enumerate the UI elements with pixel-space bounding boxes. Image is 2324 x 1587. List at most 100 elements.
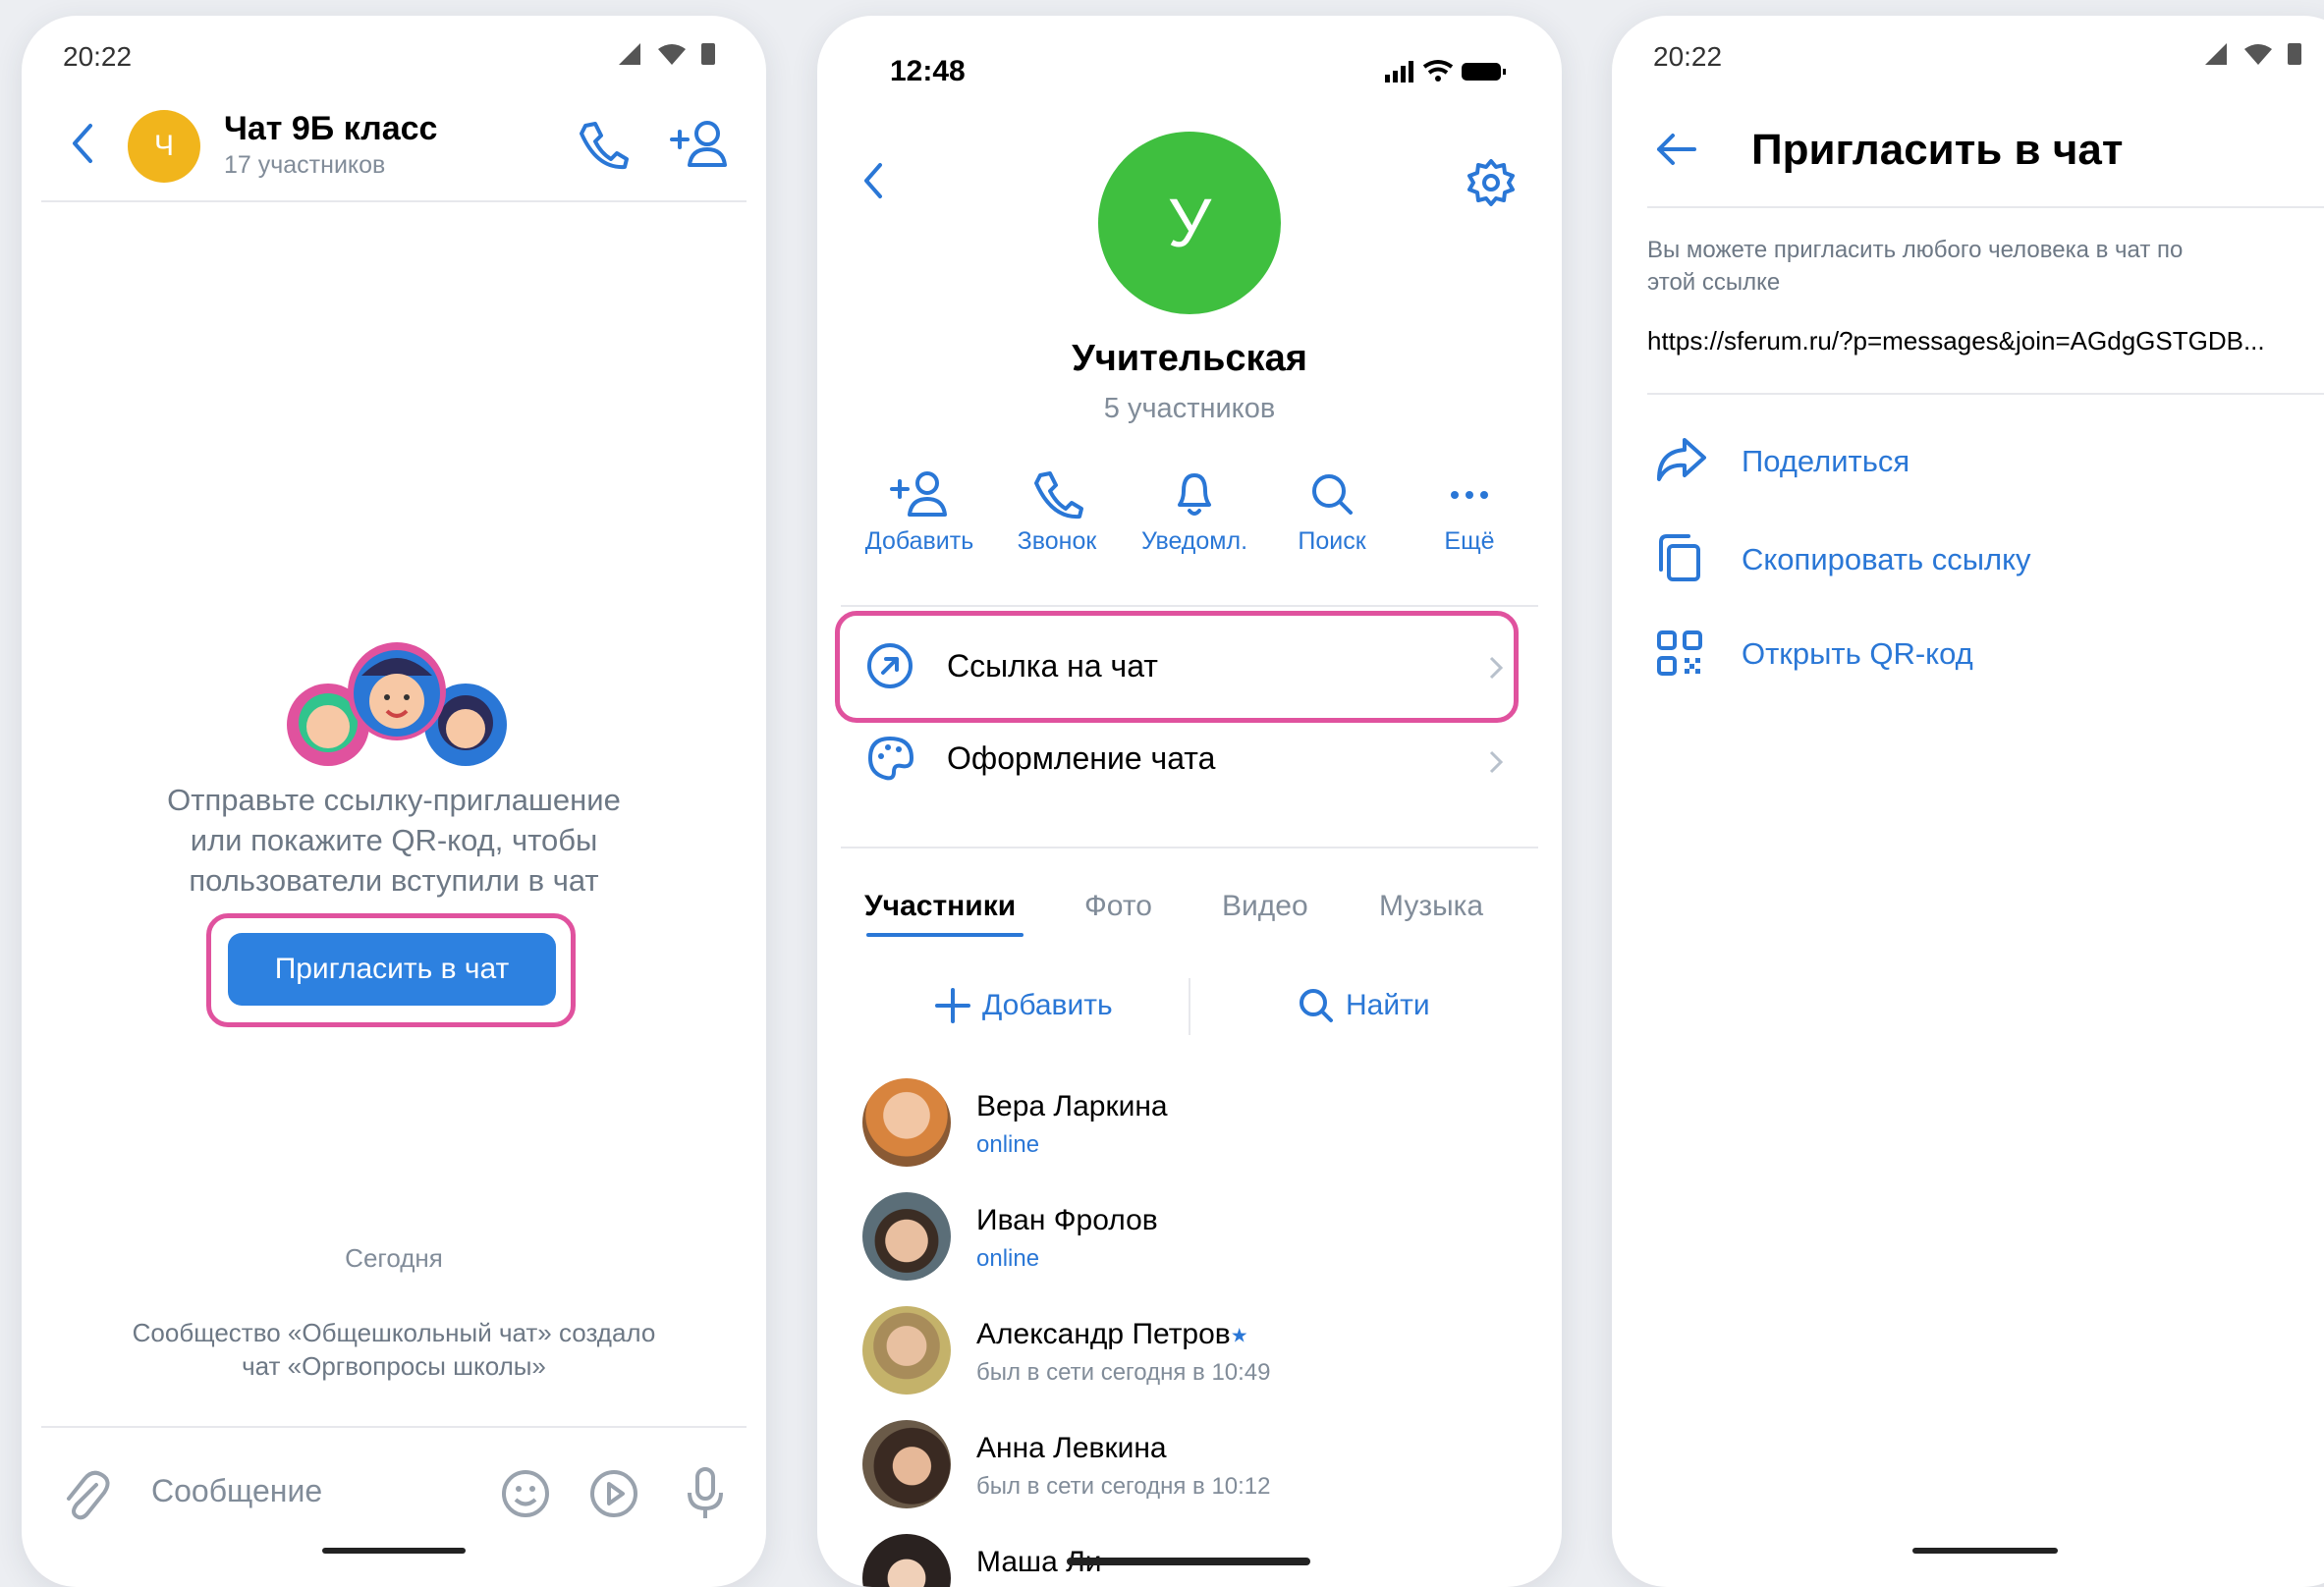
share-row[interactable]: Поделиться xyxy=(1655,436,2324,491)
avatar xyxy=(862,1420,951,1508)
member-name: Анна Левкина xyxy=(976,1432,1167,1464)
chat-title: Учительская xyxy=(1072,338,1307,379)
chat-title[interactable]: Чат 9Б класс xyxy=(224,110,437,148)
member-name: Вера Ларкина xyxy=(976,1090,1168,1122)
action-search[interactable]: Поиск xyxy=(1263,469,1401,556)
copy-link-label: Скопировать ссылку xyxy=(1742,542,2031,576)
description-line: Вы можете пригласить любого человека в ч… xyxy=(1647,237,2184,263)
member-name: Александр Петров★ xyxy=(976,1318,1248,1350)
tab-photo[interactable]: Фото xyxy=(1084,890,1152,923)
chat-subtitle: 5 участников xyxy=(1103,393,1276,424)
tab-video[interactable]: Видео xyxy=(1222,890,1308,923)
member-status: был в сети сегодня в 10:49 xyxy=(976,1359,1271,1386)
status-time: 12:48 xyxy=(890,55,966,87)
add-member-button[interactable]: Добавить xyxy=(935,988,1113,1023)
composer-divider xyxy=(41,1426,747,1428)
member-row[interactable]: Маша Ли xyxy=(857,1518,1544,1587)
chat-link-label[interactable]: Ссылка на чат xyxy=(947,648,1158,684)
date-separator: Сегодня xyxy=(345,1243,443,1273)
avatar xyxy=(862,1306,951,1395)
find-member-button[interactable]: Найти xyxy=(1299,988,1430,1023)
chevron-right-icon xyxy=(1487,748,1507,783)
status-icons xyxy=(2187,41,2315,76)
back-button[interactable] xyxy=(69,122,98,170)
play-circle-icon xyxy=(590,1470,637,1517)
home-indicator xyxy=(1067,1558,1310,1565)
add-user-icon xyxy=(670,121,727,167)
qr-code-row[interactable]: Открыть QR-код xyxy=(1655,629,2324,684)
action-more[interactable]: Ещё xyxy=(1401,469,1538,556)
people-illustration-icon xyxy=(287,642,507,766)
action-call[interactable]: Звонок xyxy=(988,469,1126,556)
invite-description: Отправьте ссылку-приглашение или покажит… xyxy=(22,780,766,901)
qr-code-icon xyxy=(1657,630,1702,676)
back-button[interactable] xyxy=(860,161,890,209)
action-label: Поиск xyxy=(1298,527,1366,555)
back-button[interactable] xyxy=(1655,130,1698,174)
status-icons xyxy=(601,41,729,76)
call-button[interactable] xyxy=(578,120,629,174)
invite-link[interactable]: https://sferum.ru/?p=messages&join=AGdgG… xyxy=(1647,326,2265,356)
chat-design-label[interactable]: Оформление чата xyxy=(947,740,1215,777)
member-row[interactable]: Анна Левкина был в сети сегодня в 10:12 xyxy=(857,1404,1544,1508)
add-member-label: Добавить xyxy=(982,989,1113,1021)
invite-description: Вы можете пригласить любого человека в ч… xyxy=(1647,234,2183,299)
add-member-button[interactable] xyxy=(670,118,729,174)
member-status: online xyxy=(976,1131,1040,1158)
chat-design-row[interactable] xyxy=(866,735,915,789)
avatar xyxy=(862,1192,951,1281)
invite-to-chat-button[interactable]: Пригласить в чат xyxy=(228,933,556,1006)
avatar xyxy=(862,1078,951,1167)
chat-avatar[interactable]: У xyxy=(1098,132,1281,314)
search-icon xyxy=(1312,474,1353,515)
video-message-button[interactable] xyxy=(589,1469,638,1523)
microphone-icon xyxy=(688,1467,723,1518)
tab-music[interactable]: Музыка xyxy=(1379,890,1483,923)
add-user-icon xyxy=(890,471,947,517)
member-row[interactable]: Александр Петров★ был в сети сегодня в 1… xyxy=(857,1290,1544,1395)
button-separator xyxy=(1189,978,1190,1035)
chat-link-row[interactable] xyxy=(866,642,915,696)
signal-wifi-battery-icon xyxy=(2205,43,2301,65)
member-name: Иван Фролов xyxy=(976,1204,1158,1236)
highlight-frame xyxy=(835,611,1519,723)
verified-star-icon: ★ xyxy=(1230,1325,1248,1347)
palette-icon xyxy=(868,737,913,781)
section-divider xyxy=(841,605,1538,607)
people-illustration xyxy=(283,636,509,779)
member-row[interactable]: Вера Ларкина online xyxy=(857,1063,1544,1167)
header-divider xyxy=(1647,206,2324,208)
search-icon xyxy=(1300,989,1333,1022)
plus-icon xyxy=(935,988,970,1023)
action-notifications[interactable]: Уведомл. xyxy=(1126,469,1263,556)
chat-avatar[interactable]: Ч xyxy=(128,110,200,183)
emoji-button[interactable] xyxy=(501,1469,550,1523)
phone-icon xyxy=(580,122,629,170)
status-icons xyxy=(1385,59,1513,89)
status-time: 20:22 xyxy=(63,41,133,72)
voice-message-button[interactable] xyxy=(686,1467,725,1527)
settings-button[interactable] xyxy=(1467,159,1515,211)
copy-icon xyxy=(1659,534,1700,581)
avatar xyxy=(862,1534,951,1587)
action-label: Уведомл. xyxy=(1140,527,1248,555)
find-member-label: Найти xyxy=(1346,989,1430,1021)
action-add[interactable]: Добавить xyxy=(851,469,988,556)
more-icon xyxy=(1451,491,1488,499)
member-status: был в сети сегодня в 10:12 xyxy=(976,1473,1271,1500)
signal-wifi-battery-icon xyxy=(1385,60,1506,82)
message-input[interactable]: Сообщение xyxy=(151,1473,322,1509)
header-divider xyxy=(41,200,747,202)
signal-wifi-battery-icon xyxy=(619,43,715,65)
system-message-line: Сообщество «Общешкольный чат» создало xyxy=(132,1318,656,1347)
paperclip-icon xyxy=(67,1470,110,1520)
chat-info-screen: 12:48 У Учительская 5 участников Добавит… xyxy=(817,16,1562,1587)
tab-participants[interactable]: Участники xyxy=(864,890,1016,923)
system-message: Сообщество «Общешкольный чат» создало ча… xyxy=(22,1316,766,1383)
copy-link-row[interactable]: Скопировать ссылку xyxy=(1655,532,2324,587)
member-row[interactable]: Иван Фролов online xyxy=(857,1177,1544,1281)
invite-text-line: Отправьте ссылку-приглашение xyxy=(167,783,621,817)
chevron-left-icon xyxy=(73,124,92,163)
attach-button[interactable] xyxy=(63,1469,110,1523)
share-label: Поделиться xyxy=(1742,444,1910,478)
